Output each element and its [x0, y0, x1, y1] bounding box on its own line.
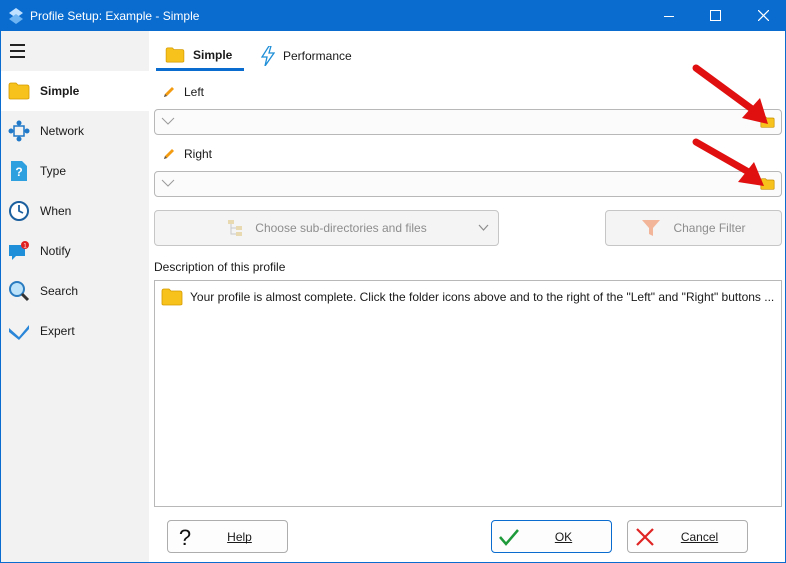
choose-subdirectories-label: Choose sub-directories and files: [255, 221, 427, 235]
pencil-icon: [164, 149, 174, 159]
folder-icon: [161, 288, 183, 306]
change-filter-button[interactable]: Change Filter: [605, 210, 782, 246]
cancel-button[interactable]: Cancel: [627, 520, 748, 553]
chevron-check-icon: [8, 320, 30, 342]
filter-icon: [642, 220, 661, 236]
tab-label: Simple: [193, 47, 233, 62]
hamburger-icon[interactable]: [10, 44, 26, 58]
ok-button[interactable]: OK: [491, 520, 612, 553]
help-page-icon: ?: [8, 160, 30, 182]
right-folder-input[interactable]: [181, 175, 741, 193]
close-button[interactable]: [740, 0, 786, 31]
folder-icon: [165, 47, 185, 63]
maximize-icon: [709, 10, 721, 21]
description-label: Description of this profile: [154, 260, 286, 274]
choose-subdirectories-button[interactable]: Choose sub-directories and files: [154, 210, 499, 246]
chevron-down-icon[interactable]: [161, 117, 175, 125]
change-filter-label: Change Filter: [673, 221, 746, 235]
help-button[interactable]: ? Help: [167, 520, 288, 553]
minimize-icon: [664, 15, 674, 17]
right-folder-combo[interactable]: [154, 171, 782, 197]
title-bar: Profile Setup: Example - Simple: [0, 0, 786, 31]
sidebar-item-simple[interactable]: Simple: [1, 71, 149, 111]
ok-label: OK: [554, 529, 573, 544]
red-arrow-annotation: [692, 138, 764, 186]
chat-notification-icon: 1: [8, 240, 30, 262]
minimize-button[interactable]: [646, 0, 692, 31]
right-label-text: Right: [184, 147, 213, 161]
chevron-down-icon[interactable]: [161, 179, 175, 187]
sidebar-item-label: Network: [40, 124, 85, 138]
clock-icon: [8, 200, 30, 222]
tab-performance[interactable]: Performance: [252, 41, 364, 71]
folder-icon: [8, 80, 30, 102]
left-folder-combo[interactable]: [154, 109, 782, 135]
svg-text:?: ?: [15, 165, 22, 179]
chevron-down-icon: [478, 224, 489, 231]
sidebar-item-search[interactable]: Search: [1, 271, 149, 311]
sidebar-item-label: Search: [40, 284, 79, 298]
sidebar-item-type[interactable]: ? Type: [1, 151, 149, 191]
left-label-text: Left: [184, 85, 205, 99]
folder-tree-icon: [228, 220, 243, 236]
sidebar-item-expert[interactable]: Expert: [1, 311, 149, 351]
cancel-label: Cancel: [680, 529, 719, 544]
left-folder-input[interactable]: [181, 113, 741, 131]
sidebar-item-label: When: [40, 204, 72, 218]
red-arrow-annotation: [692, 64, 768, 124]
sidebar-item-label: Simple: [40, 84, 80, 98]
close-icon: [757, 10, 769, 21]
description-textbox[interactable]: Your profile is almost complete. Click t…: [154, 280, 782, 507]
sidebar: Simple Network ? Type When 1 Notify Sear…: [1, 31, 149, 562]
lightning-icon: [261, 46, 275, 66]
network-icon: [8, 120, 30, 142]
sidebar-item-when[interactable]: When: [1, 191, 149, 231]
right-label: Right: [162, 147, 212, 161]
sidebar-item-notify[interactable]: 1 Notify: [1, 231, 149, 271]
sidebar-item-label: Type: [40, 164, 67, 178]
left-label: Left: [162, 85, 204, 99]
description-text: Your profile is almost complete. Click t…: [190, 290, 775, 304]
sidebar-item-label: Notify: [40, 244, 71, 258]
maximize-button[interactable]: [692, 0, 738, 31]
sidebar-item-network[interactable]: Network: [1, 111, 149, 151]
tab-simple[interactable]: Simple: [156, 41, 244, 71]
window-title: Profile Setup: Example - Simple: [30, 8, 200, 23]
freefilesync-icon: [9, 7, 23, 24]
magnifier-icon: [8, 280, 30, 302]
sidebar-item-label: Expert: [40, 324, 75, 338]
tab-label: Performance: [283, 49, 352, 63]
pencil-icon: [164, 87, 174, 97]
help-label: Help: [227, 529, 252, 544]
